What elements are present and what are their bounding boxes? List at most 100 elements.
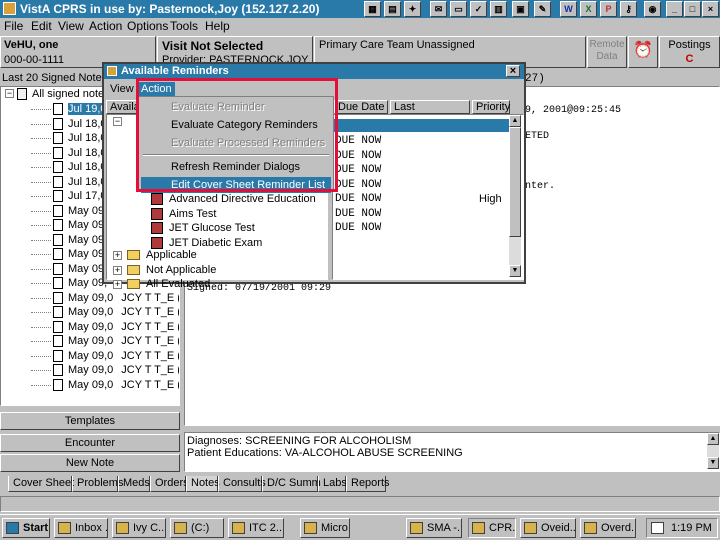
action-menu-item[interactable]: Evaluate Processed Reminders [141,135,331,151]
column-due-date[interactable]: Due Date [334,100,388,114]
taskbar-task[interactable]: Oveid... [520,518,576,538]
folder-expand-icon[interactable]: + [113,265,122,275]
scroll-up-icon[interactable]: ▲ [509,115,521,127]
note-row[interactable]: May 09, [53,219,107,233]
tab-consults[interactable]: Consults [218,476,266,492]
excel-icon[interactable]: X [580,1,597,17]
maximize-icon[interactable]: □ [684,1,701,17]
word-icon[interactable]: W [560,1,577,17]
action-menu-item[interactable]: Evaluate Reminder [141,99,331,115]
close-icon[interactable]: × [702,1,719,17]
tab-d-c-summ[interactable]: D/C Summ [262,476,321,492]
action-dropdown-menu[interactable]: Evaluate Reminder Evaluate Category Remin… [138,96,334,193]
folder-row[interactable]: All Evaluated [127,278,210,290]
tab-cover-sheet[interactable]: Cover Sheet [8,476,74,492]
powerpoint-icon[interactable]: P [600,1,617,17]
taskbar-task[interactable]: ITC 2... [228,518,284,538]
menu-file[interactable]: File [4,19,23,33]
note-row[interactable]: Jul 18,0 [53,147,107,161]
note-row[interactable]: Jul 18,0 [53,118,107,132]
note-row[interactable]: Jul 17,0 [53,190,107,204]
alarm-clock-icon[interactable]: ⏰ [628,36,658,68]
new-note-button[interactable]: New Note [0,454,180,472]
taskbar-task[interactable]: Overd... [580,518,636,538]
menu-edit[interactable]: Edit [31,19,52,33]
folder-row[interactable]: Not Applicable [127,264,216,276]
scroll-thumb[interactable] [509,127,521,237]
reminder-row[interactable]: JET Glucose Test [151,222,255,235]
reminder-row[interactable]: JET Diabetic Exam [151,237,262,249]
note-row[interactable]: May 09,0 JCY T T_E (B [53,335,179,349]
folder-expand-icon[interactable]: + [113,251,122,260]
scroll-down-icon[interactable]: ▼ [509,265,521,277]
note-row[interactable]: May 09, [53,263,107,277]
tab-meds[interactable]: Meds [118,476,150,492]
menu-view[interactable]: View [58,19,84,33]
note-row[interactable]: May 09,0 JCY T T_E (B [53,350,179,364]
taskbar-task[interactable]: (C:) [170,518,224,538]
diag-scroll-up-icon[interactable]: ▲ [707,433,719,445]
dialog-close-icon[interactable]: × [506,65,520,77]
printer-icon[interactable]: ▣ [512,1,529,17]
folder-expand-icon[interactable]: + [113,280,122,289]
note-row[interactable]: May 09,0 JCY T T_E (B [53,364,179,378]
tab-orders[interactable]: Orders [150,476,189,492]
diag-scroll-down-icon[interactable]: ▼ [707,457,719,469]
note-row[interactable]: Jul 18,0 [53,161,107,175]
column-priority[interactable]: Priority [472,100,510,114]
menu-help[interactable]: Help [205,19,230,33]
dialog-title-bar[interactable]: Available Reminders × [104,64,524,79]
mail-icon[interactable]: ✉ [430,1,447,17]
note-row[interactable]: May 09, [53,205,107,219]
taskbar-task[interactable]: CPR... [468,518,516,538]
reminders-due-list[interactable]: DUE NOW DUE NOW DUE NOW DUE NOW DUE NOW High D… [332,114,524,280]
collapse-icon[interactable]: − [5,89,14,98]
system-tray[interactable]: 1:19 PM [646,518,718,538]
check-icon[interactable]: ✓ [470,1,487,17]
start-button[interactable]: Start [2,518,50,538]
tab-reports[interactable]: Reports [346,476,390,492]
note-row[interactable]: May 09,0 JCY T T_E (B [53,321,179,335]
folder-row[interactable]: Applicable [127,249,197,261]
dialog-scrollbar[interactable]: ▲ ▼ [509,115,521,277]
note-row[interactable]: May 09,0 JCY T T_E (B [53,306,179,320]
reminder-row[interactable]: Advanced Directive Education [151,193,316,206]
note-row[interactable]: Jul 19,0 [53,103,107,117]
action-menu-item[interactable]: Edit Cover Sheet Reminder List [141,177,331,193]
toolbar-icon-2[interactable]: ▤ [384,1,401,17]
note-row[interactable]: May 09, [53,234,107,248]
encounter-button[interactable]: Encounter [0,434,180,452]
pencil-icon[interactable]: ✎ [534,1,551,17]
note-row[interactable]: Jul 18,0 [53,176,107,190]
action-menu-item[interactable]: Evaluate Category Reminders [141,117,331,133]
postings-button[interactable]: Postings C [659,36,720,68]
tree-root[interactable]: All signed note [17,88,104,101]
action-menu-item[interactable]: Refresh Reminder Dialogs [141,159,331,175]
templates-button[interactable]: Templates [0,412,180,430]
minimize-icon[interactable]: _ [666,1,683,17]
title-bar[interactable]: VistA CPRS in use by: Pasternock,Joy (15… [0,0,720,18]
dialog-menu-view[interactable]: View [110,83,134,95]
diagnosis-panel[interactable]: Diagnoses: SCREENING FOR ALCOHOLISM Pati… [184,432,720,472]
tab-notes[interactable]: Notes [186,476,220,492]
remote-data-button[interactable]: Remote Data [587,36,627,68]
tab-problems[interactable]: Problems [72,476,123,492]
dialog-menu-action[interactable]: Action [138,82,175,96]
toolbar-icon-3[interactable]: ✦ [404,1,421,17]
taskbar-task[interactable]: Ivy C... [112,518,166,538]
note-row[interactable]: May 09,0 JCY T T_E (B [53,292,179,306]
media-icon[interactable]: ◉ [644,1,661,17]
menu-tools[interactable]: Tools [170,19,198,33]
document-icon[interactable]: ▭ [450,1,467,17]
toolbar-icon-1[interactable]: ▦ [364,1,381,17]
reminder-row[interactable]: Aims Test [151,208,216,220]
column-last-occurrence[interactable]: Last Occurrence [390,100,470,125]
menu-options[interactable]: Options [127,19,168,33]
note-row[interactable]: May 09, [53,277,107,291]
note-row[interactable]: May 09, [53,248,107,262]
taskbar-task[interactable]: Inbox ... [54,518,108,538]
taskbar-task[interactable]: Micro... [300,518,350,538]
taskbar-task[interactable]: SMA -... [406,518,462,538]
folder-collapse-icon[interactable]: − [113,117,122,126]
tab-labs[interactable]: Labs [318,476,347,492]
